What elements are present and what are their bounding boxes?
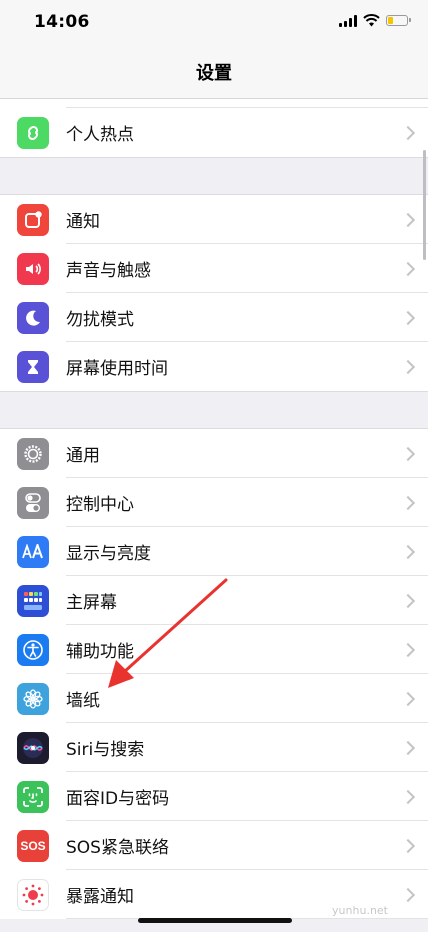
row-home-screen[interactable]: 主屏幕 <box>0 576 428 625</box>
row-label: 主屏幕 <box>66 593 117 613</box>
siri-icon <box>17 731 49 764</box>
row-face-id[interactable]: 面容ID与密码 <box>0 772 428 821</box>
chevron-right-icon <box>400 495 416 510</box>
settings-group-general: 通用 控制中心 显示与亮度 主屏幕 辅助功能 墙纸 Siri与搜索 面容ID与密… <box>0 429 428 919</box>
row-label: 个人热点 <box>66 125 134 145</box>
accessibility-icon <box>17 633 49 666</box>
row-label: 屏幕使用时间 <box>66 359 168 379</box>
nav-bar: 设置 <box>0 46 428 99</box>
row-accessibility[interactable]: 辅助功能 <box>0 625 428 674</box>
face-id-icon <box>17 780 49 813</box>
sos-badge-text: SOS <box>20 838 46 853</box>
chevron-right-icon <box>400 887 416 902</box>
chevron-right-icon <box>400 691 416 706</box>
wifi-icon <box>363 14 380 27</box>
row-label: 通用 <box>66 446 100 466</box>
row-label: SOS紧急联络 <box>66 838 169 858</box>
status-bar: 14:06 <box>0 0 428 46</box>
row-display-brightness[interactable]: 显示与亮度 <box>0 527 428 576</box>
page-title: 设置 <box>196 63 232 84</box>
moon-icon <box>17 301 49 334</box>
chevron-right-icon <box>400 261 416 276</box>
row-wallpaper[interactable]: 墙纸 <box>0 674 428 723</box>
row-label: 勿扰模式 <box>66 310 134 330</box>
speaker-icon <box>17 252 49 285</box>
exposure-icon <box>17 878 49 911</box>
section-gap <box>0 157 428 195</box>
text-size-icon <box>17 535 49 568</box>
cellular-signal-icon <box>339 14 357 27</box>
scrollbar[interactable] <box>423 150 426 260</box>
chevron-right-icon <box>400 212 416 227</box>
row-general[interactable]: 通用 <box>0 429 428 478</box>
chevron-right-icon <box>400 593 416 608</box>
settings-list: 个人热点 通知 声音与触感 勿扰模式 屏幕使用时间 通用 控制中心 显示与亮度 … <box>0 99 428 919</box>
watermark: yunhu.net <box>332 904 388 917</box>
row-control-center[interactable]: 控制中心 <box>0 478 428 527</box>
toggle-icon <box>17 486 49 519</box>
chevron-right-icon <box>400 740 416 755</box>
chevron-right-icon <box>400 359 416 374</box>
status-icons <box>339 14 411 27</box>
chevron-right-icon <box>400 838 416 853</box>
previous-row-edge <box>66 99 428 108</box>
row-label: 控制中心 <box>66 495 134 515</box>
settings-group-network: 个人热点 <box>0 99 428 157</box>
row-label: 面容ID与密码 <box>66 789 170 809</box>
section-gap <box>0 391 428 429</box>
row-screen-time[interactable]: 屏幕使用时间 <box>0 342 428 391</box>
chevron-right-icon <box>400 125 416 140</box>
chevron-right-icon <box>400 446 416 461</box>
settings-group-notifications: 通知 声音与触感 勿扰模式 屏幕使用时间 <box>0 195 428 391</box>
status-time: 14:06 <box>34 12 90 32</box>
row-label: Siri与搜索 <box>66 740 145 760</box>
row-label: 辅助功能 <box>66 642 134 662</box>
grid-icon <box>17 584 49 617</box>
gear-icon <box>17 437 49 470</box>
row-label: 显示与亮度 <box>66 544 151 564</box>
row-emergency-sos[interactable]: SOS SOS紧急联络 <box>0 821 428 870</box>
row-sounds-haptics[interactable]: 声音与触感 <box>0 244 428 293</box>
row-label: 通知 <box>66 212 100 232</box>
battery-icon <box>386 15 411 26</box>
chevron-right-icon <box>400 310 416 325</box>
hourglass-icon <box>17 350 49 383</box>
chevron-right-icon <box>400 789 416 804</box>
chevron-right-icon <box>400 642 416 657</box>
row-do-not-disturb[interactable]: 勿扰模式 <box>0 293 428 342</box>
sos-icon: SOS <box>17 829 49 862</box>
row-notifications[interactable]: 通知 <box>0 195 428 244</box>
row-label: 暴露通知 <box>66 887 134 907</box>
row-label: 墙纸 <box>66 691 100 711</box>
row-label: 声音与触感 <box>66 261 151 281</box>
row-personal-hotspot[interactable]: 个人热点 <box>0 108 428 157</box>
row-siri-search[interactable]: Siri与搜索 <box>0 723 428 772</box>
notification-icon <box>17 203 49 236</box>
chevron-right-icon <box>400 544 416 559</box>
hotspot-icon <box>17 116 49 149</box>
home-indicator[interactable] <box>138 918 292 923</box>
flower-icon <box>17 682 49 715</box>
